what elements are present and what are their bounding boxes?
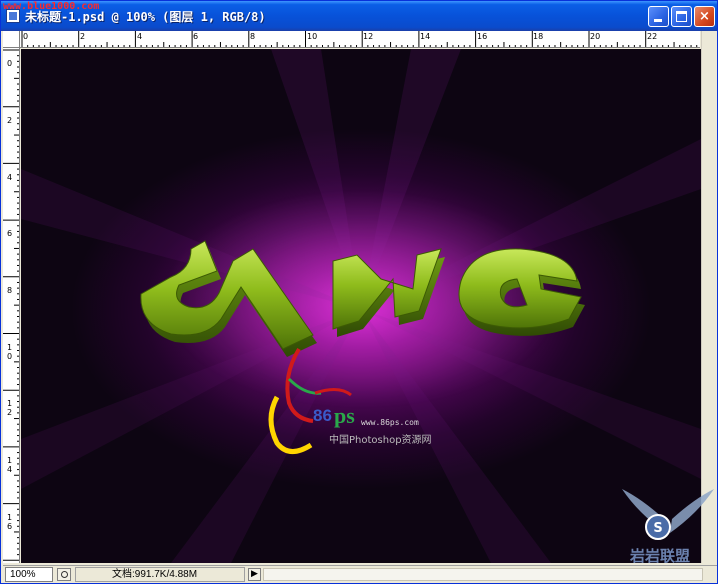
ruler-v-label: 8 <box>6 286 13 295</box>
ruler-h-label: 6 <box>193 32 199 41</box>
ruler-h-label: 14 <box>420 32 431 41</box>
ruler-v-label: 1 4 <box>6 456 13 474</box>
winged-badge-icon: S <box>622 489 714 540</box>
ruler-h-label: 18 <box>533 32 544 41</box>
forum-watermark-badge: S 岩岩联盟 <box>622 489 714 565</box>
document-canvas[interactable]: 86 ps www.86ps.com 中国Photoshop资源网 <box>21 49 701 563</box>
status-bar: 100% 文档:991.7K/4.88M ▶ <box>3 565 717 583</box>
ruler-h-label: 2 <box>80 32 86 41</box>
ruler-h-label: 22 <box>647 32 658 41</box>
ruler-h-label: 10 <box>307 32 318 41</box>
title-bar[interactable]: www.blue1000.com 未标题-1.psd @ 100% (图层 1,… <box>1 1 717 31</box>
logo-url: www.86ps.com <box>361 418 419 427</box>
badge-text: 岩岩联盟 <box>629 547 690 565</box>
ruler-v-label: 0 <box>6 59 13 68</box>
ruler-v-label: 1 0 <box>6 343 13 361</box>
logo-caption: 中国Photoshop资源网 <box>329 433 432 446</box>
vertical-ruler-ticks <box>3 49 19 561</box>
photoshop-document-window: www.blue1000.com 未标题-1.psd @ 100% (图层 1,… <box>0 0 718 584</box>
letter-g <box>458 248 585 336</box>
window-title: 未标题-1.psd @ 100% (图层 1, RGB/8) <box>25 10 266 24</box>
ruler-h-label: 20 <box>590 32 601 41</box>
close-icon: × <box>699 9 710 24</box>
ruler-v-label: 1 2 <box>6 399 13 417</box>
vertical-ruler[interactable]: 0 2 4 6 8 1 0 1 2 1 4 1 6 <box>3 48 20 563</box>
zoom-level-field[interactable]: 100% <box>5 567 53 582</box>
ruler-h-label: 0 <box>23 32 29 41</box>
document-size-info[interactable]: 文档:991.7K/4.88M <box>75 567 245 582</box>
svg-text:S: S <box>653 521 662 536</box>
ruler-origin[interactable] <box>3 31 20 48</box>
navigator-icon[interactable] <box>57 568 71 581</box>
logo-number: 86 <box>313 406 332 425</box>
maximize-button[interactable] <box>671 6 692 27</box>
ruler-h-label: 12 <box>363 32 374 41</box>
minimize-icon <box>654 19 662 22</box>
ruler-v-label: 6 <box>6 229 13 238</box>
maximize-icon <box>676 11 687 22</box>
ruler-h-label: 8 <box>250 32 256 41</box>
horizontal-ruler[interactable]: 0 2 4 6 8 10 12 14 16 18 20 22 <box>20 31 700 48</box>
close-button[interactable]: × <box>694 6 715 27</box>
ruler-v-label: 1 6 <box>6 513 13 531</box>
minimize-button[interactable] <box>648 6 669 27</box>
ruler-v-label: 2 <box>6 116 13 125</box>
ruler-h-label: 16 <box>477 32 488 41</box>
status-menu-arrow-button[interactable]: ▶ <box>248 568 261 581</box>
ruler-v-label: 4 <box>6 173 13 182</box>
canvas-artwork: 86 ps www.86ps.com 中国Photoshop资源网 <box>21 49 701 563</box>
logo-letters: ps <box>334 403 355 428</box>
ruler-h-label: 4 <box>137 32 143 41</box>
